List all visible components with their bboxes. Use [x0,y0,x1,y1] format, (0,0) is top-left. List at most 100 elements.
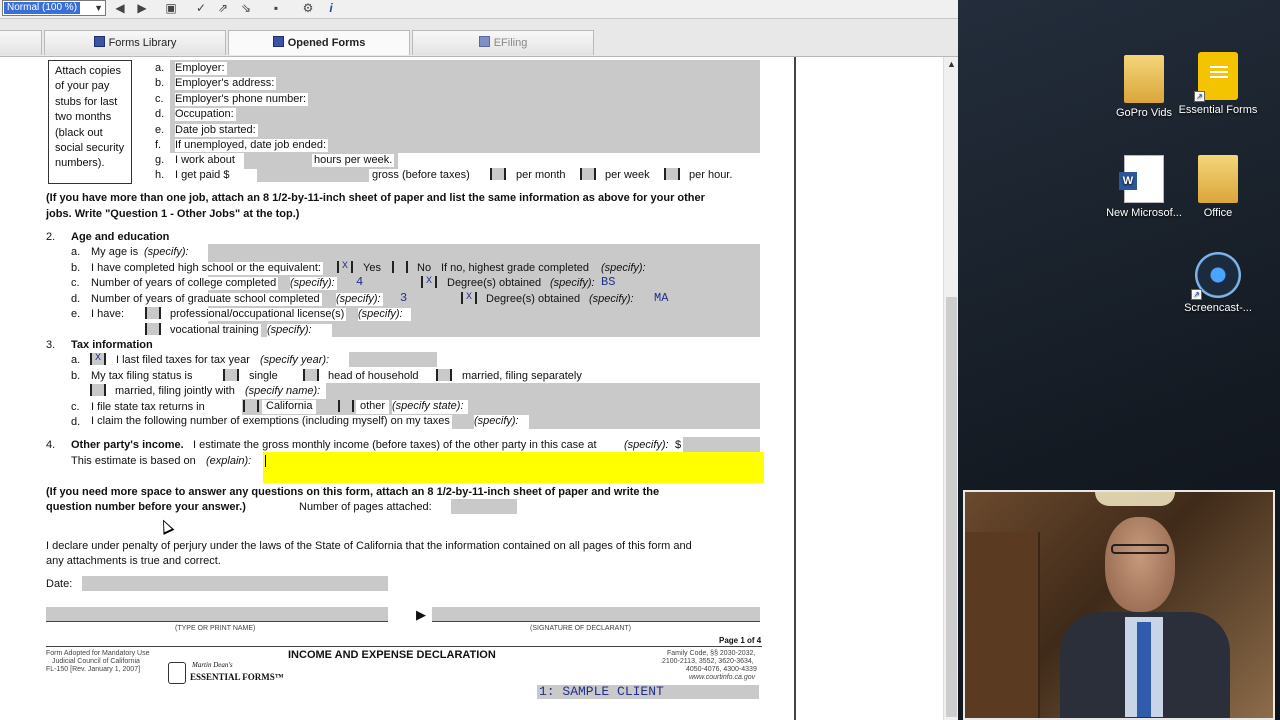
spacer [398,153,768,169]
california-checkbox[interactable] [243,400,259,412]
single-checkbox[interactable] [223,369,239,381]
married-separately-checkbox[interactable] [436,369,452,381]
other-party-income-field[interactable] [683,437,760,452]
item-letter: a. [71,354,81,366]
date-field[interactable] [82,576,388,591]
gopro-vids-shortcut[interactable]: GoPro Vids [1104,55,1184,120]
estimate-basis-field[interactable] [263,452,764,483]
specify-hint: (specify): [624,439,669,451]
per-hour-checkbox[interactable] [664,168,680,180]
print-name-field[interactable] [46,607,388,622]
settings-icon[interactable]: ⚙ [300,1,316,16]
college-years-value[interactable]: 4 [356,276,363,289]
married-jointly-label: married, filing jointly with [115,385,235,397]
college-years-label: Number of years of college completed [91,277,279,290]
other-state-checkbox[interactable] [338,400,354,412]
signature-field[interactable] [432,607,760,622]
last-filed-checkbox[interactable]: X [90,353,106,365]
tie [1137,622,1151,717]
pages-attached-field[interactable] [451,499,517,514]
vocational-checkbox[interactable] [145,323,161,335]
college-degree-checkbox[interactable]: X [421,276,437,288]
license-checkbox[interactable] [145,307,161,319]
grad-degree-value[interactable]: MA [654,292,668,305]
tab-hidden[interactable] [0,30,42,55]
footer-left-line: FL-150 [Rev. January 1, 2007] [46,666,141,673]
desktop-icon-label: Essential Forms [1178,104,1258,116]
zoom-value: Normal (100 %) [4,2,81,14]
declaration-text: I declare under penalty of perjury under… [46,540,692,552]
info-icon[interactable]: i [323,1,339,16]
head-of-household-label: head of household [328,370,419,382]
per-month-label: per month [516,169,566,181]
footer-right-line: www.courtinfo.ca.gov [689,674,756,681]
high-school-no-checkbox[interactable] [392,261,408,273]
specify-hint: (explain): [206,455,252,467]
other-jobs-note-2: jobs. Write "Question 1 - Other Jobs" at… [46,208,300,220]
tab-label: Opened Forms [287,37,366,49]
married-separately-label: married, filing separately [462,370,582,382]
item-letter: b. [71,262,81,274]
zoom-select[interactable]: Normal (100 %) ▼ [2,0,106,16]
tab-opened-forms[interactable]: Opened Forms [228,30,410,55]
college-degree-value[interactable]: BS [601,276,615,289]
spouse-name-field[interactable] [326,383,760,399]
gross-label: gross (before taxes) [372,169,470,181]
item-letter: d. [71,293,81,305]
per-month-checkbox[interactable] [490,168,506,180]
section-number: 3. [46,339,56,351]
new-word-document-shortcut[interactable]: W New Microsof... [1104,155,1184,220]
grad-degree-checkbox[interactable]: X [461,292,477,304]
degree-label: Degree(s) obtained [447,277,542,289]
per-week-checkbox[interactable] [580,168,596,180]
specify-hint: (specify): [290,277,337,290]
vertical-scrollbar[interactable]: ▲ [943,57,958,720]
copy-form-icon[interactable]: ▣ [163,1,179,16]
essential-forms-shortcut[interactable]: ↗ Essential Forms [1178,52,1258,117]
tab-label: Forms Library [108,37,177,49]
per-week-label: per week [605,169,650,181]
specify-hint: (specify year): [260,354,330,366]
check-icon[interactable]: ✓ [193,1,209,16]
attach-pay-stubs-note: Attach copies of your pay stubs for last… [48,60,132,184]
highest-grade-label: If no, highest grade completed [441,262,589,274]
tax-year-field[interactable] [349,352,437,367]
essential-forms-icon: ↗ [1194,52,1238,102]
form-page: Attach copies of your pay stubs for last… [0,57,796,720]
gross-pay-field[interactable] [257,167,369,182]
screencast-shortcut[interactable]: ↗ Screencast-... [1178,252,1258,315]
employer-label: Employer: [175,62,227,75]
opened-forms-icon [272,36,284,47]
specify-hint: (specify state): [392,400,468,414]
document-viewport[interactable]: Attach copies of your pay stubs for last… [0,57,943,720]
next-page-icon[interactable]: ▶ [134,1,150,16]
more-space-note-2: question number before your answer.) [46,501,246,513]
estimate-basis-label: This estimate is based on [71,455,196,467]
previous-page-icon[interactable]: ◀ [112,1,128,16]
import-icon[interactable]: ⇘ [238,1,254,16]
other-jobs-note: (If you have more than one job, attach a… [46,192,705,204]
export-icon[interactable]: ⇗ [215,1,231,16]
save-icon[interactable]: ▪ [268,1,284,16]
married-jointly-checkbox[interactable] [90,384,106,396]
declaration-text-2: any attachments is true and correct. [46,555,221,567]
yes-label: Yes [363,262,381,274]
grad-years-value[interactable]: 3 [400,292,407,305]
high-school-yes-checkbox[interactable]: X [337,261,353,273]
essential-forms-logo [168,662,186,684]
cabinet [965,532,1040,718]
tab-forms-library[interactable]: Forms Library [44,30,226,55]
tab-efiling[interactable]: EFiling [412,30,594,55]
pages-attached-label: Number of pages attached: [299,501,432,513]
word-badge: W [1119,172,1137,190]
scroll-up-icon[interactable]: ▲ [947,59,956,69]
chevron-down-icon: ▼ [94,3,103,13]
date-job-ended-label: If unemployed, date job ended: [175,139,329,152]
item-letter: d. [155,108,165,120]
item-letter: a. [71,246,81,258]
scrollbar-thumb[interactable] [946,297,957,717]
section-title: Other party's income. [71,439,184,451]
office-shortcut[interactable]: Office [1178,155,1258,220]
head-of-household-checkbox[interactable] [303,369,319,381]
item-letter: g. [155,154,165,166]
